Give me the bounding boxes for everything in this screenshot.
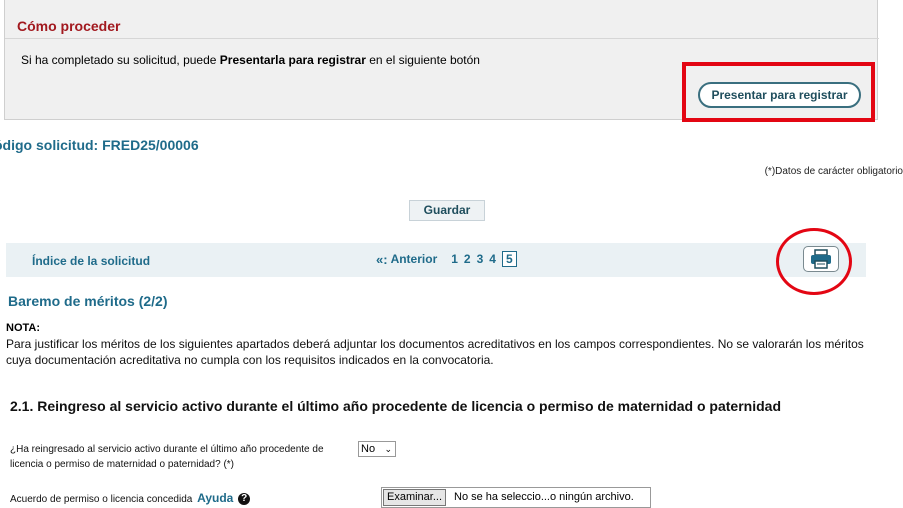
help-icon[interactable]: ? [238, 493, 251, 506]
note-text: Para justificar los méritos de los sigui… [6, 337, 864, 367]
file-status: No se ha seleccio...o ningún archivo. [454, 491, 634, 503]
request-code: ódigo solicitud: FRED25/00006 [0, 137, 199, 153]
browse-button[interactable]: Examinar... [383, 489, 446, 506]
instructions-bold: Presentarla para registrar [219, 53, 366, 67]
previous-arrows-icon[interactable]: «: [376, 252, 388, 267]
page-link-1[interactable]: 1 [451, 252, 458, 266]
page-link-4[interactable]: 4 [489, 252, 496, 266]
document-label: Acuerdo de permiso o licencia concedida … [10, 491, 251, 506]
file-upload-field[interactable]: Examinar... No se ha seleccio...o ningún… [381, 487, 651, 508]
reinstatement-question: ¿Ha reingresado al servicio activo duran… [10, 444, 324, 470]
current-page: 5 [501, 251, 517, 267]
request-index-link[interactable]: Índice de la solicitud [32, 254, 150, 268]
pagination: «: Anterior 1 2 3 4 5 [376, 251, 517, 267]
save-button[interactable]: Guardar [409, 200, 485, 221]
request-navigation-bar: Índice de la solicitud «: Anterior 1 2 3… [6, 243, 866, 277]
proceed-instructions: Si ha completado su solicitud, puede Pre… [21, 53, 480, 67]
subsection-title: 2.1. Reingreso al servicio activo durant… [10, 398, 781, 414]
chevron-down-icon: ⌄ [384, 444, 392, 454]
document-label-text: Acuerdo de permiso o licencia concedida [10, 494, 193, 505]
note-label: NOTA: [6, 322, 41, 334]
required-fields-note: (*)Datos de carácter obligatorio [764, 166, 903, 177]
page-link-2[interactable]: 2 [464, 252, 471, 266]
instructions-text: Si ha completado su solicitud, puede [21, 53, 220, 67]
highlight-circle [776, 228, 852, 295]
proceed-title: Cómo proceder [5, 13, 879, 39]
previous-page-link[interactable]: Anterior [391, 252, 438, 266]
section-title: Baremo de méritos (2/2) [8, 293, 168, 309]
help-link[interactable]: Ayuda [197, 491, 233, 505]
highlight-rectangle [682, 62, 875, 122]
instructions-text-end: en el siguiente botón [365, 53, 480, 67]
page-link-3[interactable]: 3 [477, 252, 484, 266]
reinstatement-select-value: No [361, 443, 376, 455]
reinstatement-select[interactable]: No ⌄ [358, 441, 396, 457]
